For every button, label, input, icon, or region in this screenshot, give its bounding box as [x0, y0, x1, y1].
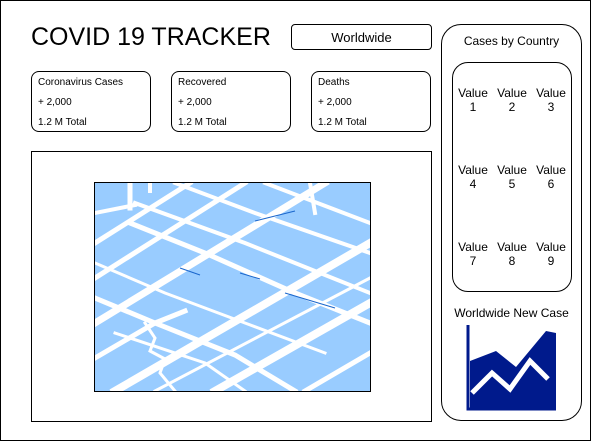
country-cell[interactable]: Value 5 — [492, 163, 532, 191]
country-cell[interactable]: Value 2 — [492, 86, 532, 114]
country-cell[interactable]: Value 8 — [492, 240, 532, 268]
stat-card-recovered[interactable]: Recovered + 2,000 1.2 M Total — [171, 71, 291, 132]
country-cell[interactable]: Value 7 — [453, 240, 493, 268]
stat-card-deaths[interactable]: Deaths + 2,000 1.2 M Total — [311, 71, 431, 132]
cell-label: Value — [458, 240, 488, 254]
cell-number: 6 — [547, 177, 555, 191]
page-title: COVID 19 TRACKER — [31, 23, 271, 51]
cell-number: 3 — [547, 100, 555, 114]
cell-number: 7 — [469, 254, 477, 268]
cell-number: 1 — [469, 100, 477, 114]
country-cell[interactable]: Value 9 — [531, 240, 571, 268]
country-cell[interactable]: Value 3 — [531, 86, 571, 114]
cell-label: Value — [497, 240, 527, 254]
cell-number: 9 — [547, 254, 555, 268]
country-cell[interactable]: Value 4 — [453, 163, 493, 191]
cell-label: Value — [497, 86, 527, 100]
stat-label: Recovered — [178, 77, 227, 88]
panel-title: Cases by Country — [463, 34, 560, 48]
stat-total: 1.2 M Total — [178, 117, 227, 128]
stat-change: + 2,000 — [318, 97, 352, 108]
cell-label: Value — [497, 163, 527, 177]
cell-number: 2 — [508, 100, 516, 114]
stat-change: + 2,000 — [178, 97, 212, 108]
country-cell[interactable]: Value 1 — [453, 86, 493, 114]
map-icon[interactable] — [94, 182, 371, 392]
stat-change: + 2,000 — [38, 97, 72, 108]
cell-label: Value — [458, 86, 488, 100]
cell-number: 4 — [469, 177, 477, 191]
cases-by-country-panel: Cases by Country Value 1 Value 2 Value 3… — [441, 24, 582, 421]
cell-label: Value — [536, 163, 566, 177]
country-cell[interactable]: Value 6 — [531, 163, 571, 191]
stat-total: 1.2 M Total — [38, 117, 87, 128]
area-chart-icon — [466, 321, 558, 413]
stat-label: Coronavirus Cases — [38, 77, 124, 88]
region-select[interactable]: Worldwide — [291, 24, 432, 50]
stat-card-cases[interactable]: Coronavirus Cases + 2,000 1.2 M Total — [31, 71, 151, 132]
stat-total: 1.2 M Total — [318, 117, 367, 128]
stat-label: Deaths — [318, 77, 350, 88]
cell-number: 5 — [508, 177, 516, 191]
country-grid: Value 1 Value 2 Value 3 Value 4 Value 5 … — [452, 62, 572, 292]
map-panel — [31, 151, 432, 422]
cell-label: Value — [536, 86, 566, 100]
cell-label: Value — [458, 163, 488, 177]
cell-label: Value — [536, 240, 566, 254]
app-frame: COVID 19 TRACKER Worldwide Coronavirus C… — [0, 0, 591, 441]
new-case-title: Worldwide New Case — [454, 306, 569, 320]
cell-number: 8 — [508, 254, 516, 268]
